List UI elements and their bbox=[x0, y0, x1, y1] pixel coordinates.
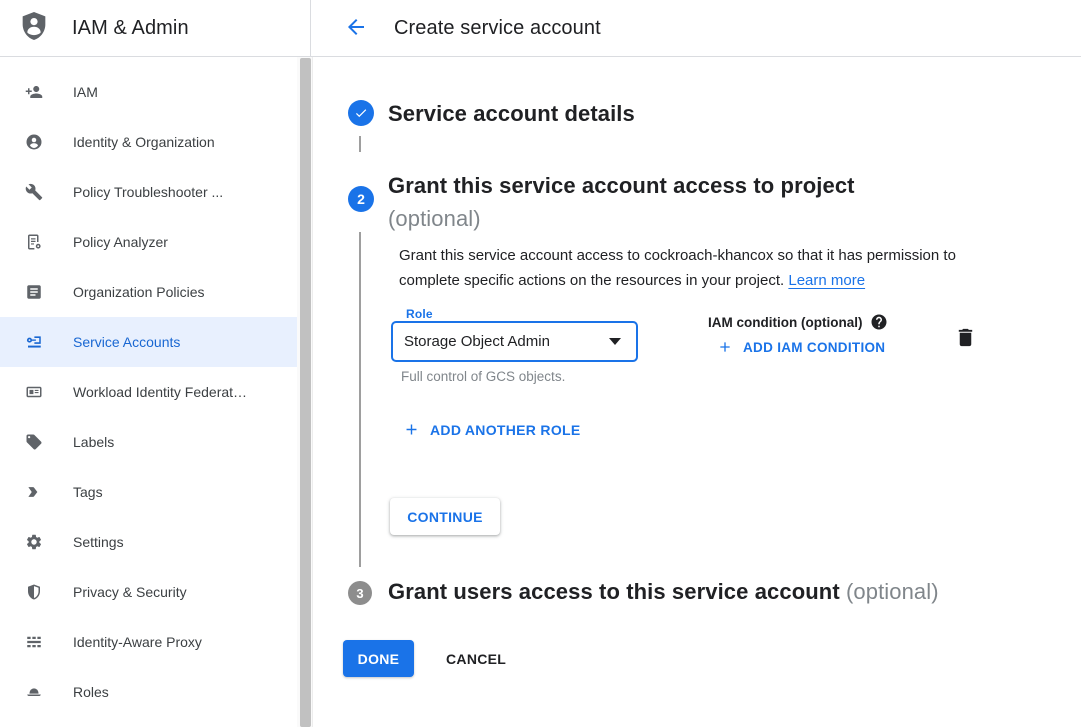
sidebar-item-organization-policies[interactable]: Organization Policies bbox=[0, 267, 297, 317]
trash-icon bbox=[954, 326, 977, 352]
delete-role-button[interactable] bbox=[951, 325, 979, 353]
step2-number: 2 bbox=[357, 191, 365, 207]
label-tag-icon bbox=[25, 433, 43, 451]
add-another-role-button[interactable]: ADD ANOTHER ROLE bbox=[403, 421, 581, 438]
back-arrow-icon bbox=[344, 15, 368, 42]
identity-person-icon bbox=[25, 133, 43, 151]
policy-analyzer-icon bbox=[25, 233, 43, 251]
step2-title: Grant this service account access to pro… bbox=[388, 169, 948, 235]
sidebar-item-label: Workload Identity Federat… bbox=[73, 384, 247, 400]
add-icon bbox=[717, 339, 733, 355]
sidebar-item-label: Tags bbox=[73, 484, 103, 500]
product-title: IAM & Admin bbox=[72, 17, 189, 40]
page-title: Create service account bbox=[394, 17, 601, 40]
role-selected-value: Storage Object Admin bbox=[404, 333, 609, 350]
step2-title-text: Grant this service account access to pro… bbox=[388, 173, 855, 198]
sidebar-item-label: IAM bbox=[73, 84, 98, 100]
sidebar-item-labels[interactable]: Labels bbox=[0, 417, 297, 467]
sidebar-item-label: Policy Analyzer bbox=[73, 234, 168, 250]
sidebar-item-identity-organization[interactable]: Identity & Organization bbox=[0, 117, 297, 167]
document-list-icon bbox=[25, 283, 43, 301]
tag-arrow-icon bbox=[25, 483, 43, 501]
sidebar-item-label: Identity-Aware Proxy bbox=[73, 634, 202, 650]
continue-button[interactable]: CONTINUE bbox=[390, 498, 500, 535]
product-header: IAM & Admin bbox=[0, 0, 311, 56]
step2-number-badge: 2 bbox=[348, 186, 374, 212]
page-header: Create service account bbox=[311, 0, 1081, 56]
add-icon bbox=[403, 421, 420, 438]
sidebar-item-privacy-security[interactable]: Privacy & Security bbox=[0, 567, 297, 617]
role-field-label: Role bbox=[401, 307, 438, 321]
sidebar-item-label: Privacy & Security bbox=[73, 584, 187, 600]
sidebar-item-identity-aware-proxy[interactable]: Identity-Aware Proxy bbox=[0, 617, 297, 667]
gear-icon bbox=[25, 533, 43, 551]
step3-title-text: Grant users access to this service accou… bbox=[388, 579, 840, 604]
step1-title: Service account details bbox=[388, 101, 635, 127]
iam-shield-logo-icon bbox=[18, 9, 50, 48]
sidebar-item-roles[interactable]: Roles bbox=[0, 667, 297, 717]
step2-optional-label: (optional) bbox=[388, 206, 481, 231]
cancel-button[interactable]: CANCEL bbox=[430, 640, 522, 677]
sidebar-item-tags[interactable]: Tags bbox=[0, 467, 297, 517]
top-header: IAM & Admin Create service account bbox=[0, 0, 1081, 57]
shield-icon bbox=[25, 583, 43, 601]
step3-number: 3 bbox=[356, 586, 363, 601]
add-iam-condition-button[interactable]: ADD IAM CONDITION bbox=[717, 339, 885, 355]
step2-description-text: Grant this service account access to coc… bbox=[399, 247, 956, 289]
done-button[interactable]: DONE bbox=[343, 640, 414, 677]
back-button[interactable] bbox=[336, 8, 376, 48]
wrench-icon bbox=[25, 183, 43, 201]
add-another-role-label: ADD ANOTHER ROLE bbox=[430, 422, 581, 438]
sidebar-item-label: Roles bbox=[73, 684, 109, 700]
sidebar-item-label: Service Accounts bbox=[73, 334, 180, 350]
sidebar-item-iam[interactable]: IAM bbox=[0, 67, 297, 117]
step3-title: Grant users access to this service accou… bbox=[388, 579, 939, 605]
iam-condition-label-text: IAM condition (optional) bbox=[708, 315, 862, 330]
sidebar-item-label: Settings bbox=[73, 534, 124, 550]
sidebar-item-settings[interactable]: Settings bbox=[0, 517, 297, 567]
sidebar-item-label: Identity & Organization bbox=[73, 134, 215, 150]
create-service-account-form: Service account details 2 Grant this ser… bbox=[312, 57, 1081, 727]
add-iam-condition-label: ADD IAM CONDITION bbox=[743, 340, 885, 355]
step1-completed-check-icon bbox=[348, 100, 374, 126]
step3-optional-label: (optional) bbox=[846, 579, 939, 604]
sidebar-item-label: Policy Troubleshooter ... bbox=[73, 184, 223, 200]
sidebar-item-service-accounts[interactable]: Service Accounts bbox=[0, 317, 297, 367]
iam-condition-label: IAM condition (optional) bbox=[708, 313, 888, 331]
sidebar-item-label: Organization Policies bbox=[73, 284, 205, 300]
sidebar-item-workload-identity-federation[interactable]: Workload Identity Federat… bbox=[0, 367, 297, 417]
service-account-key-icon bbox=[25, 333, 43, 351]
sidebar-nav: IAM Identity & Organization Policy Troub… bbox=[0, 57, 297, 727]
iam-admin-console: IAM & Admin Create service account IAM bbox=[0, 0, 1081, 727]
sidebar-scrollbar[interactable] bbox=[297, 57, 312, 727]
dropdown-caret-icon bbox=[609, 338, 621, 345]
step2-description: Grant this service account access to coc… bbox=[399, 243, 987, 293]
proxy-icon bbox=[25, 633, 43, 651]
sidebar-item-label: Labels bbox=[73, 434, 114, 450]
step3-number-badge: 3 bbox=[348, 581, 372, 605]
role-helper-text: Full control of GCS objects. bbox=[401, 369, 565, 384]
sidebar-item-policy-analyzer[interactable]: Policy Analyzer bbox=[0, 217, 297, 267]
hat-icon bbox=[25, 683, 43, 701]
learn-more-link[interactable]: Learn more bbox=[788, 272, 865, 289]
person-add-icon bbox=[25, 83, 43, 101]
sidebar-scrollbar-thumb[interactable] bbox=[300, 58, 311, 727]
sidebar-item-policy-troubleshooter[interactable]: Policy Troubleshooter ... bbox=[0, 167, 297, 217]
role-select[interactable]: Storage Object Admin bbox=[391, 321, 638, 362]
step-connector bbox=[359, 232, 361, 567]
badge-card-icon bbox=[25, 383, 43, 401]
step-connector bbox=[359, 136, 361, 152]
help-icon[interactable] bbox=[870, 313, 888, 331]
